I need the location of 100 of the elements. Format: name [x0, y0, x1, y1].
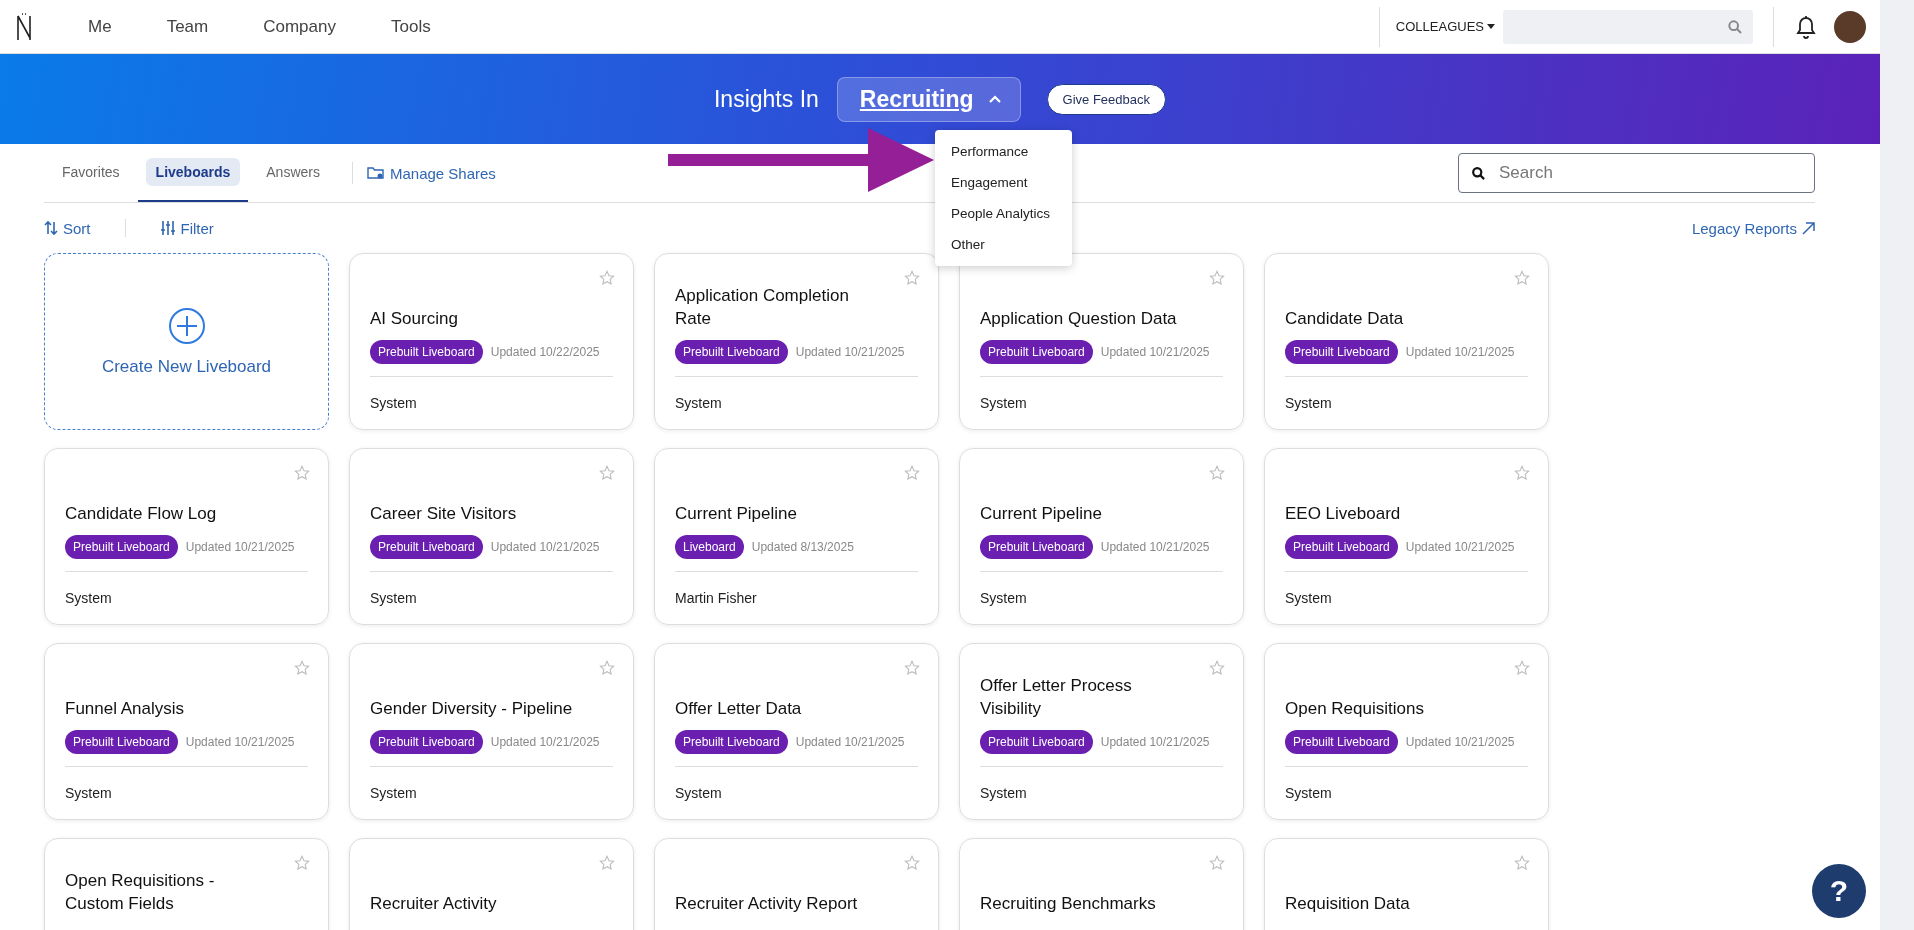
star-icon[interactable]: [294, 660, 310, 676]
card-owner: System: [1285, 785, 1333, 801]
card-title: Candidate Flow Log: [65, 503, 217, 525]
bell-icon[interactable]: [1794, 13, 1818, 40]
nav-link[interactable]: Me: [88, 16, 112, 37]
card-owner: System: [675, 395, 723, 411]
updated-date: Updated 10/21/2025: [1405, 735, 1515, 749]
liveboard-card[interactable]: Recruiting Benchmarks: [959, 838, 1244, 930]
tab[interactable]: Favorites: [44, 144, 138, 202]
liveboard-card[interactable]: Candidate Data Prebuilt Liveboard Updated 10/21/2025 System: [1264, 253, 1549, 430]
banner-title: Insights In: [714, 85, 819, 113]
caret-icon: [1487, 24, 1495, 29]
liveboard-card[interactable]: Offer Letter Data Prebuilt Liveboard Updated 10/21/2025 System: [654, 643, 939, 820]
liveboard-card[interactable]: Recruiter Activity: [349, 838, 634, 930]
card-owner: System: [980, 785, 1028, 801]
star-icon[interactable]: [1209, 270, 1225, 286]
search-field[interactable]: [1503, 9, 1753, 44]
card-owner: System: [1285, 395, 1333, 411]
tab[interactable]: Liveboards: [137, 144, 249, 202]
type-badge: Prebuilt Liveboard: [370, 535, 483, 559]
card-title: Gender Diversity - Pipeline: [370, 698, 573, 720]
liveboard-card[interactable]: EEO Liveboard Prebuilt Liveboard Updated 10/21/2025 System: [1264, 448, 1549, 625]
card-title: Application Completion Rate: [675, 285, 850, 330]
liveboard-card[interactable]: Open Requisitions - Custom Fields: [44, 838, 329, 930]
menu-item[interactable]: Performance: [935, 136, 1072, 167]
star-icon[interactable]: [599, 465, 615, 481]
card-owner: System: [370, 590, 418, 606]
feedback-button[interactable]: Give Feedback: [1046, 83, 1166, 115]
card-title: Offer Letter Data: [675, 698, 802, 720]
card-title: Candidate Data: [1285, 308, 1404, 330]
star-icon[interactable]: [1209, 465, 1225, 481]
liveboard-card[interactable]: Application Question Data Prebuilt Liveboard Updated 10/21/2025 System: [959, 253, 1244, 430]
logo-icon[interactable]: [16, 11, 32, 42]
star-icon[interactable]: [1209, 855, 1225, 871]
liveboard-card[interactable]: Candidate Flow Log Prebuilt Liveboard Updated 10/21/2025 System: [44, 448, 329, 625]
star-icon[interactable]: [1514, 270, 1530, 286]
star-icon[interactable]: [599, 270, 615, 286]
star-icon[interactable]: [1514, 660, 1530, 676]
card-owner: System: [370, 395, 418, 411]
plus-circle-icon: [167, 306, 206, 345]
liveboard-card[interactable]: Gender Diversity - Pipeline Prebuilt Liveboard Updated 10/21/2025 System: [349, 643, 634, 820]
updated-date: Updated 10/21/2025: [185, 540, 295, 554]
colleagues-dropdown[interactable]: COLLEAGUES: [1395, 19, 1495, 34]
card-title: Funnel Analysis: [65, 698, 185, 720]
liveboard-card[interactable]: Career Site Visitors Prebuilt Liveboard Updated 10/21/2025 System: [349, 448, 634, 625]
liveboard-card[interactable]: Requisition Data: [1264, 838, 1549, 930]
star-icon[interactable]: [294, 855, 310, 871]
card-title: Requisition Data: [1285, 893, 1410, 915]
star-icon[interactable]: [904, 270, 920, 286]
help-button[interactable]: ?: [1812, 864, 1866, 918]
star-icon[interactable]: [599, 660, 615, 676]
type-badge: Prebuilt Liveboard: [1285, 340, 1398, 364]
menu-item[interactable]: Engagement: [935, 167, 1072, 198]
liveboard-card[interactable]: Open Requisitions Prebuilt Liveboard Updated 10/21/2025 System: [1264, 643, 1549, 820]
liveboard-card[interactable]: AI Sourcing Prebuilt Liveboard Updated 10/22/2025 System: [349, 253, 634, 430]
updated-date: Updated 10/21/2025: [490, 540, 600, 554]
legacy-reports-link[interactable]: Legacy Reports: [1691, 219, 1815, 237]
star-icon[interactable]: [904, 855, 920, 871]
liveboard-card[interactable]: Current Pipeline Liveboard Updated 8/13/2025 Martin Fisher: [654, 448, 939, 625]
menu-item[interactable]: People Analytics: [935, 198, 1072, 229]
star-icon[interactable]: [1514, 855, 1530, 871]
star-icon[interactable]: [904, 660, 920, 676]
avatar[interactable]: [1834, 10, 1866, 43]
type-badge: Prebuilt Liveboard: [980, 730, 1093, 754]
create-liveboard-card[interactable]: Create New Liveboard: [44, 253, 329, 430]
type-badge: Prebuilt Liveboard: [65, 535, 178, 559]
nav-link[interactable]: Company: [263, 16, 336, 37]
type-badge: Prebuilt Liveboard: [65, 730, 178, 754]
star-icon[interactable]: [599, 855, 615, 871]
area-dropdown[interactable]: Recruiting: [836, 76, 1021, 122]
type-badge: Prebuilt Liveboard: [980, 340, 1093, 364]
star-icon[interactable]: [1514, 465, 1530, 481]
card-title: Application Question Data: [980, 308, 1177, 330]
search-field[interactable]: Search: [1458, 153, 1815, 193]
type-badge: Prebuilt Liveboard: [1285, 730, 1398, 754]
card-owner: System: [980, 395, 1028, 411]
updated-date: Updated 10/22/2025: [490, 345, 600, 359]
liveboard-card[interactable]: Funnel Analysis Prebuilt Liveboard Updated 10/21/2025 System: [44, 643, 329, 820]
liveboard-card[interactable]: Current Pipeline Prebuilt Liveboard Updated 10/21/2025 System: [959, 448, 1244, 625]
liveboard-card[interactable]: Recruiter Activity Report: [654, 838, 939, 930]
liveboard-card[interactable]: Application Completion Rate Prebuilt Liveboard Updated 10/21/2025 System: [654, 253, 939, 430]
type-badge: Prebuilt Liveboard: [675, 340, 788, 364]
star-icon[interactable]: [904, 465, 920, 481]
nav-link[interactable]: Tools: [390, 16, 431, 37]
card-title: EEO Liveboard: [1285, 503, 1401, 525]
card-owner: Martin Fisher: [675, 590, 758, 606]
liveboard-card[interactable]: Offer Letter Process Visibility Prebuilt Liveboard Updated 10/21/2025 System: [959, 643, 1244, 820]
updated-date: Updated 10/21/2025: [490, 735, 600, 749]
tab[interactable]: Answers: [248, 144, 338, 202]
scrollbar[interactable]: [1880, 0, 1914, 930]
updated-date: Updated 10/21/2025: [795, 735, 905, 749]
star-icon[interactable]: [1209, 660, 1225, 676]
star-icon[interactable]: [294, 465, 310, 481]
filter-button[interactable]: Filter: [159, 219, 214, 237]
card-title: Recruiter Activity Report: [675, 893, 858, 915]
updated-date: Updated 8/13/2025: [751, 540, 854, 554]
manage-shares-link[interactable]: Manage Shares: [366, 164, 496, 182]
nav-link[interactable]: Team: [166, 16, 209, 37]
sort-button[interactable]: Sort: [44, 219, 91, 237]
type-badge: Prebuilt Liveboard: [370, 340, 483, 364]
